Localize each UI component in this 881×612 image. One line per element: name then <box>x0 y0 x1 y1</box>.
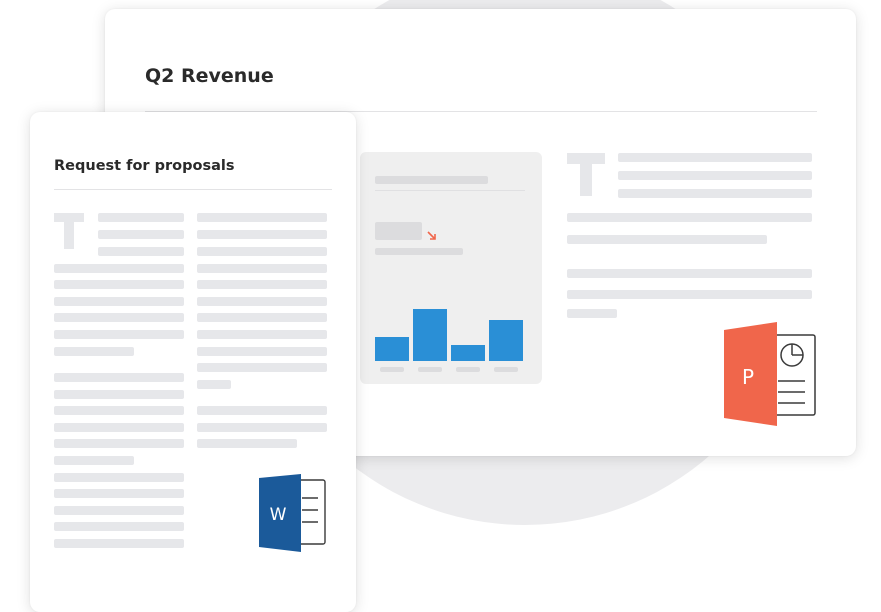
document-text-line <box>197 264 327 273</box>
chart-bar <box>451 345 485 361</box>
document-divider <box>54 189 332 190</box>
document-text-line <box>54 522 184 531</box>
document-text-line <box>54 539 184 548</box>
document-text-line <box>197 439 297 448</box>
document-text-line <box>54 406 184 415</box>
document-text-line <box>98 247 184 256</box>
document-text-line <box>54 280 184 289</box>
document-title: Request for proposals <box>54 158 235 174</box>
chart-panel-divider <box>375 190 525 191</box>
document-text-line <box>54 423 184 432</box>
slide-text-line <box>618 189 812 198</box>
slide-chart-panel <box>360 152 542 384</box>
chart-bar <box>489 320 523 361</box>
slide-text-line <box>567 290 812 299</box>
document-text-line <box>197 247 327 256</box>
chart-bar <box>413 309 447 361</box>
word-icon: W <box>259 474 326 552</box>
word-icon-letter: W <box>270 505 287 525</box>
document-text-line <box>54 330 184 339</box>
chart-bar <box>375 337 409 361</box>
slide-text-line <box>567 309 617 318</box>
document-text-line <box>98 213 184 222</box>
slide-text-line <box>618 171 812 180</box>
document-text-line <box>54 373 184 382</box>
chart-axis-label <box>456 367 480 372</box>
chart-kpi-block <box>375 222 422 240</box>
document-text-line <box>54 297 184 306</box>
document-text-line <box>54 439 184 448</box>
document-text-line <box>197 363 327 372</box>
slide-text-line <box>618 153 812 162</box>
document-text-line <box>54 456 134 465</box>
document-text-line <box>197 230 327 239</box>
document-text-line <box>197 330 327 339</box>
document-text-line <box>54 506 184 515</box>
document-text-line <box>54 313 184 322</box>
document-text-line <box>197 280 327 289</box>
document-text-line <box>197 213 327 222</box>
document-text-line <box>197 297 327 306</box>
powerpoint-icon: P <box>724 322 816 426</box>
document-text-line <box>197 313 327 322</box>
document-text-line <box>54 347 134 356</box>
powerpoint-icon-letter: P <box>742 365 754 389</box>
document-text-line <box>54 489 184 498</box>
document-text-line <box>197 423 327 432</box>
slide-title: Q2 Revenue <box>145 65 274 87</box>
document-text-line <box>197 347 327 356</box>
slide-text-line <box>567 235 767 244</box>
document-text-line <box>98 230 184 239</box>
document-card: Request for proposals W <box>30 112 356 612</box>
chart-panel-subline <box>375 248 463 255</box>
document-text-line <box>54 264 184 273</box>
document-text-line <box>197 380 231 389</box>
document-text-line <box>54 473 184 482</box>
chart-axis-label <box>380 367 404 372</box>
chart-axis-label <box>494 367 518 372</box>
slide-text-line <box>567 269 812 278</box>
chart-panel-heading-line <box>375 176 488 184</box>
slide-text-line <box>567 213 812 222</box>
document-text-line <box>197 406 327 415</box>
document-text-line <box>54 390 184 399</box>
chart-axis-label <box>418 367 442 372</box>
trend-down-arrow-icon <box>427 231 436 240</box>
